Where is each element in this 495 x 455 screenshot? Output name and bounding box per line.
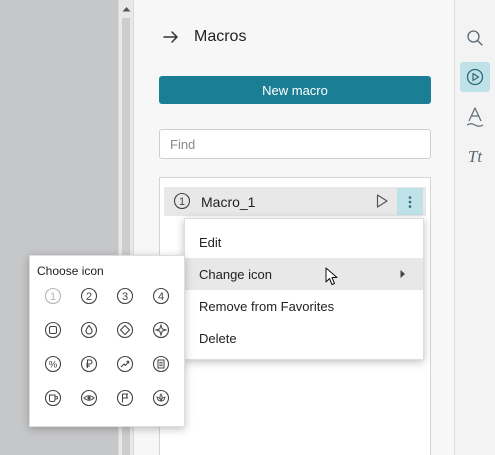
circled-4-icon[interactable]: 4 [152, 287, 170, 305]
trend-arrow-icon[interactable] [116, 355, 134, 373]
ruble-icon[interactable] [80, 355, 98, 373]
mouse-pointer-icon [325, 267, 338, 285]
macro-context-menu: Edit Change icon Remove from Favorites D… [184, 218, 424, 360]
menu-item-label: Edit [199, 234, 222, 250]
new-macro-button[interactable]: New macro [159, 76, 431, 104]
popup-title: Choose icon [37, 264, 104, 278]
flower-icon[interactable] [152, 389, 170, 407]
circled-2-icon[interactable]: 2 [80, 287, 98, 305]
menu-item-label: Change icon [199, 266, 272, 282]
collapse-arrow-icon[interactable] [162, 28, 180, 46]
scroll-up-arrow-icon[interactable] [119, 2, 134, 16]
svg-text:4: 4 [158, 291, 164, 303]
more-options-button[interactable] [397, 188, 423, 215]
svg-text:3: 3 [122, 291, 128, 303]
svg-text:%: % [49, 360, 58, 371]
circled-number-1-icon: 1 [173, 192, 191, 210]
macros-tool[interactable] [460, 62, 490, 92]
text-art-tool[interactable] [460, 102, 490, 132]
submenu-chevron-right-icon [400, 270, 405, 278]
run-macro-play-icon[interactable] [374, 193, 390, 209]
menu-item-delete[interactable]: Delete [185, 322, 423, 354]
svg-text:1: 1 [50, 291, 56, 303]
square-icon[interactable] [44, 321, 62, 339]
diamond-icon[interactable] [116, 321, 134, 339]
percent-icon[interactable]: % [44, 355, 62, 373]
menu-item-remove-from-favorites[interactable]: Remove from Favorites [185, 290, 423, 322]
circled-1-icon[interactable]: 1 [44, 287, 62, 305]
eye-icon[interactable] [80, 389, 98, 407]
menu-item-change-icon[interactable]: Change icon [185, 258, 423, 290]
panel-title: Macros [194, 28, 247, 45]
search-tool[interactable] [460, 23, 490, 53]
svg-text:1: 1 [179, 196, 185, 208]
cup-icon[interactable] [44, 389, 62, 407]
panel-header: Macros [162, 28, 246, 46]
font-style-icon: Tt [467, 147, 483, 166]
drop-icon[interactable] [80, 321, 98, 339]
vertical-dots-icon [408, 195, 412, 208]
text-art-icon [466, 107, 484, 127]
circled-3-icon[interactable]: 3 [116, 287, 134, 305]
menu-item-label: Delete [199, 330, 237, 346]
find-input[interactable] [159, 129, 431, 159]
play-macros-icon [466, 68, 484, 86]
macro-row[interactable]: 1 Macro_1 [164, 187, 426, 216]
document-icon[interactable] [152, 355, 170, 373]
menu-item-edit[interactable]: Edit [185, 226, 423, 258]
choose-icon-popup: Choose icon 1 2 3 4 % [29, 255, 185, 427]
font-style-tool[interactable]: Tt [460, 142, 490, 172]
flag-icon[interactable] [116, 389, 134, 407]
macro-name: Macro_1 [201, 194, 256, 210]
compass-icon[interactable] [152, 321, 170, 339]
search-icon [467, 30, 483, 46]
svg-text:2: 2 [86, 291, 92, 303]
right-sidebar: Tt [454, 0, 495, 455]
menu-item-label: Remove from Favorites [199, 298, 335, 314]
